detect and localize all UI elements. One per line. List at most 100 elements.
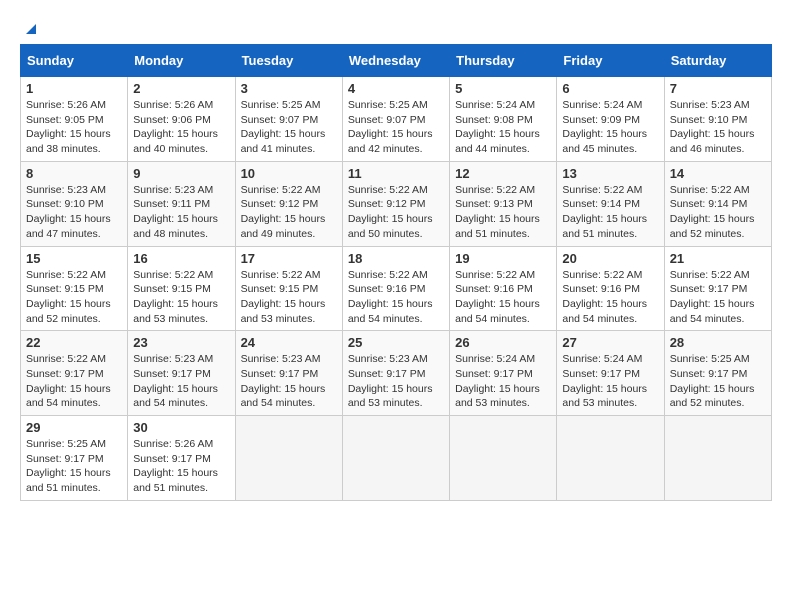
- day-number: 18: [348, 251, 444, 266]
- calendar-cell: 8Sunrise: 5:23 AM Sunset: 9:10 PM Daylig…: [21, 161, 128, 246]
- day-number: 25: [348, 335, 444, 350]
- calendar-cell: 24Sunrise: 5:23 AM Sunset: 9:17 PM Dayli…: [235, 331, 342, 416]
- day-info: Sunrise: 5:26 AM Sunset: 9:05 PM Dayligh…: [26, 98, 122, 157]
- day-number: 4: [348, 81, 444, 96]
- day-info: Sunrise: 5:22 AM Sunset: 9:16 PM Dayligh…: [562, 268, 658, 327]
- calendar-cell: 29Sunrise: 5:25 AM Sunset: 9:17 PM Dayli…: [21, 416, 128, 501]
- day-number: 12: [455, 166, 551, 181]
- day-number: 23: [133, 335, 229, 350]
- header-monday: Monday: [128, 45, 235, 77]
- calendar-cell: 21 Sunrise: 5:22 AM Sunset: 9:17 PM Dayli…: [664, 246, 771, 331]
- day-info: Sunrise: 5:22 AM Sunset: 9:15 PM Dayligh…: [241, 268, 337, 327]
- header-sunday: Sunday: [21, 45, 128, 77]
- day-number: 27: [562, 335, 658, 350]
- day-number: 10: [241, 166, 337, 181]
- day-info: Sunrise: 5:25 AM Sunset: 9:17 PM Dayligh…: [26, 437, 122, 496]
- logo: [20, 20, 42, 34]
- header-thursday: Thursday: [450, 45, 557, 77]
- calendar-cell: [235, 416, 342, 501]
- day-info: Sunrise: 5:22 AM Sunset: 9:15 PM Dayligh…: [133, 268, 229, 327]
- calendar-cell: 7 Sunrise: 5:23 AM Sunset: 9:10 PM Daylig…: [664, 77, 771, 162]
- calendar-cell: 18 Sunrise: 5:22 AM Sunset: 9:16 PM Dayli…: [342, 246, 449, 331]
- calendar-cell: 25 Sunrise: 5:23 AM Sunset: 9:17 PM Dayli…: [342, 331, 449, 416]
- calendar-cell: 2 Sunrise: 5:26 AM Sunset: 9:06 PM Daylig…: [128, 77, 235, 162]
- day-info: Sunrise: 5:22 AM Sunset: 9:12 PM Dayligh…: [241, 183, 337, 242]
- calendar-cell: 19 Sunrise: 5:22 AM Sunset: 9:16 PM Dayli…: [450, 246, 557, 331]
- day-info: Sunrise: 5:25 AM Sunset: 9:17 PM Dayligh…: [670, 352, 766, 411]
- day-number: 22: [26, 335, 122, 350]
- calendar-table: SundayMondayTuesdayWednesdayThursdayFrid…: [20, 44, 772, 501]
- calendar-cell: [664, 416, 771, 501]
- calendar-cell: 3 Sunrise: 5:25 AM Sunset: 9:07 PM Daylig…: [235, 77, 342, 162]
- day-number: 26: [455, 335, 551, 350]
- day-number: 1: [26, 81, 122, 96]
- calendar-cell: 26 Sunrise: 5:24 AM Sunset: 9:17 PM Dayli…: [450, 331, 557, 416]
- day-number: 15: [26, 251, 122, 266]
- day-number: 28: [670, 335, 766, 350]
- day-number: 2: [133, 81, 229, 96]
- day-number: 7: [670, 81, 766, 96]
- day-info: Sunrise: 5:23 AM Sunset: 9:17 PM Dayligh…: [133, 352, 229, 411]
- calendar-cell: 13 Sunrise: 5:22 AM Sunset: 9:14 PM Dayli…: [557, 161, 664, 246]
- day-number: 16: [133, 251, 229, 266]
- calendar-cell: 4Sunrise: 5:25 AM Sunset: 9:07 PM Daylig…: [342, 77, 449, 162]
- week-row-1: 1 Sunrise: 5:26 AM Sunset: 9:05 PM Daylig…: [21, 77, 772, 162]
- calendar-cell: 11 Sunrise: 5:22 AM Sunset: 9:12 PM Dayli…: [342, 161, 449, 246]
- day-number: 11: [348, 166, 444, 181]
- calendar-cell: 14Sunrise: 5:22 AM Sunset: 9:14 PM Dayli…: [664, 161, 771, 246]
- calendar-cell: 9 Sunrise: 5:23 AM Sunset: 9:11 PM Daylig…: [128, 161, 235, 246]
- day-info: Sunrise: 5:22 AM Sunset: 9:14 PM Dayligh…: [670, 183, 766, 242]
- header-row: SundayMondayTuesdayWednesdayThursdayFrid…: [21, 45, 772, 77]
- day-number: 17: [241, 251, 337, 266]
- day-info: Sunrise: 5:22 AM Sunset: 9:12 PM Dayligh…: [348, 183, 444, 242]
- day-number: 24: [241, 335, 337, 350]
- day-info: Sunrise: 5:24 AM Sunset: 9:09 PM Dayligh…: [562, 98, 658, 157]
- week-row-3: 15 Sunrise: 5:22 AM Sunset: 9:15 PM Dayli…: [21, 246, 772, 331]
- day-number: 20: [562, 251, 658, 266]
- calendar-cell: 16 Sunrise: 5:22 AM Sunset: 9:15 PM Dayli…: [128, 246, 235, 331]
- day-info: Sunrise: 5:24 AM Sunset: 9:17 PM Dayligh…: [455, 352, 551, 411]
- page-header: [20, 20, 772, 34]
- calendar-cell: 28 Sunrise: 5:25 AM Sunset: 9:17 PM Dayli…: [664, 331, 771, 416]
- day-info: Sunrise: 5:22 AM Sunset: 9:16 PM Dayligh…: [455, 268, 551, 327]
- day-info: Sunrise: 5:23 AM Sunset: 9:10 PM Dayligh…: [670, 98, 766, 157]
- day-number: 13: [562, 166, 658, 181]
- day-number: 6: [562, 81, 658, 96]
- calendar-cell: 27 Sunrise: 5:24 AM Sunset: 9:17 PM Dayli…: [557, 331, 664, 416]
- day-info: Sunrise: 5:24 AM Sunset: 9:17 PM Dayligh…: [562, 352, 658, 411]
- day-info: Sunrise: 5:22 AM Sunset: 9:17 PM Dayligh…: [26, 352, 122, 411]
- day-number: 9: [133, 166, 229, 181]
- day-info: Sunrise: 5:23 AM Sunset: 9:10 PM Dayligh…: [26, 183, 122, 242]
- calendar-cell: 20 Sunrise: 5:22 AM Sunset: 9:16 PM Dayli…: [557, 246, 664, 331]
- day-info: Sunrise: 5:22 AM Sunset: 9:13 PM Dayligh…: [455, 183, 551, 242]
- day-number: 19: [455, 251, 551, 266]
- day-info: Sunrise: 5:26 AM Sunset: 9:06 PM Dayligh…: [133, 98, 229, 157]
- calendar-cell: 6 Sunrise: 5:24 AM Sunset: 9:09 PM Daylig…: [557, 77, 664, 162]
- day-info: Sunrise: 5:23 AM Sunset: 9:11 PM Dayligh…: [133, 183, 229, 242]
- day-number: 5: [455, 81, 551, 96]
- calendar-cell: [557, 416, 664, 501]
- logo-arrow-icon: [22, 20, 40, 38]
- calendar-cell: 22 Sunrise: 5:22 AM Sunset: 9:17 PM Dayli…: [21, 331, 128, 416]
- calendar-cell: [342, 416, 449, 501]
- day-info: Sunrise: 5:22 AM Sunset: 9:14 PM Dayligh…: [562, 183, 658, 242]
- week-row-2: 8Sunrise: 5:23 AM Sunset: 9:10 PM Daylig…: [21, 161, 772, 246]
- day-info: Sunrise: 5:25 AM Sunset: 9:07 PM Dayligh…: [241, 98, 337, 157]
- header-tuesday: Tuesday: [235, 45, 342, 77]
- day-number: 3: [241, 81, 337, 96]
- day-info: Sunrise: 5:24 AM Sunset: 9:08 PM Dayligh…: [455, 98, 551, 157]
- calendar-cell: 12 Sunrise: 5:22 AM Sunset: 9:13 PM Dayli…: [450, 161, 557, 246]
- day-number: 21: [670, 251, 766, 266]
- week-row-4: 22 Sunrise: 5:22 AM Sunset: 9:17 PM Dayli…: [21, 331, 772, 416]
- day-info: Sunrise: 5:22 AM Sunset: 9:16 PM Dayligh…: [348, 268, 444, 327]
- day-info: Sunrise: 5:22 AM Sunset: 9:17 PM Dayligh…: [670, 268, 766, 327]
- header-wednesday: Wednesday: [342, 45, 449, 77]
- calendar-cell: 15 Sunrise: 5:22 AM Sunset: 9:15 PM Dayli…: [21, 246, 128, 331]
- day-info: Sunrise: 5:23 AM Sunset: 9:17 PM Dayligh…: [348, 352, 444, 411]
- day-number: 30: [133, 420, 229, 435]
- header-friday: Friday: [557, 45, 664, 77]
- calendar-cell: 10 Sunrise: 5:22 AM Sunset: 9:12 PM Dayli…: [235, 161, 342, 246]
- day-info: Sunrise: 5:26 AM Sunset: 9:17 PM Dayligh…: [133, 437, 229, 496]
- day-info: Sunrise: 5:22 AM Sunset: 9:15 PM Dayligh…: [26, 268, 122, 327]
- calendar-cell: 23 Sunrise: 5:23 AM Sunset: 9:17 PM Dayli…: [128, 331, 235, 416]
